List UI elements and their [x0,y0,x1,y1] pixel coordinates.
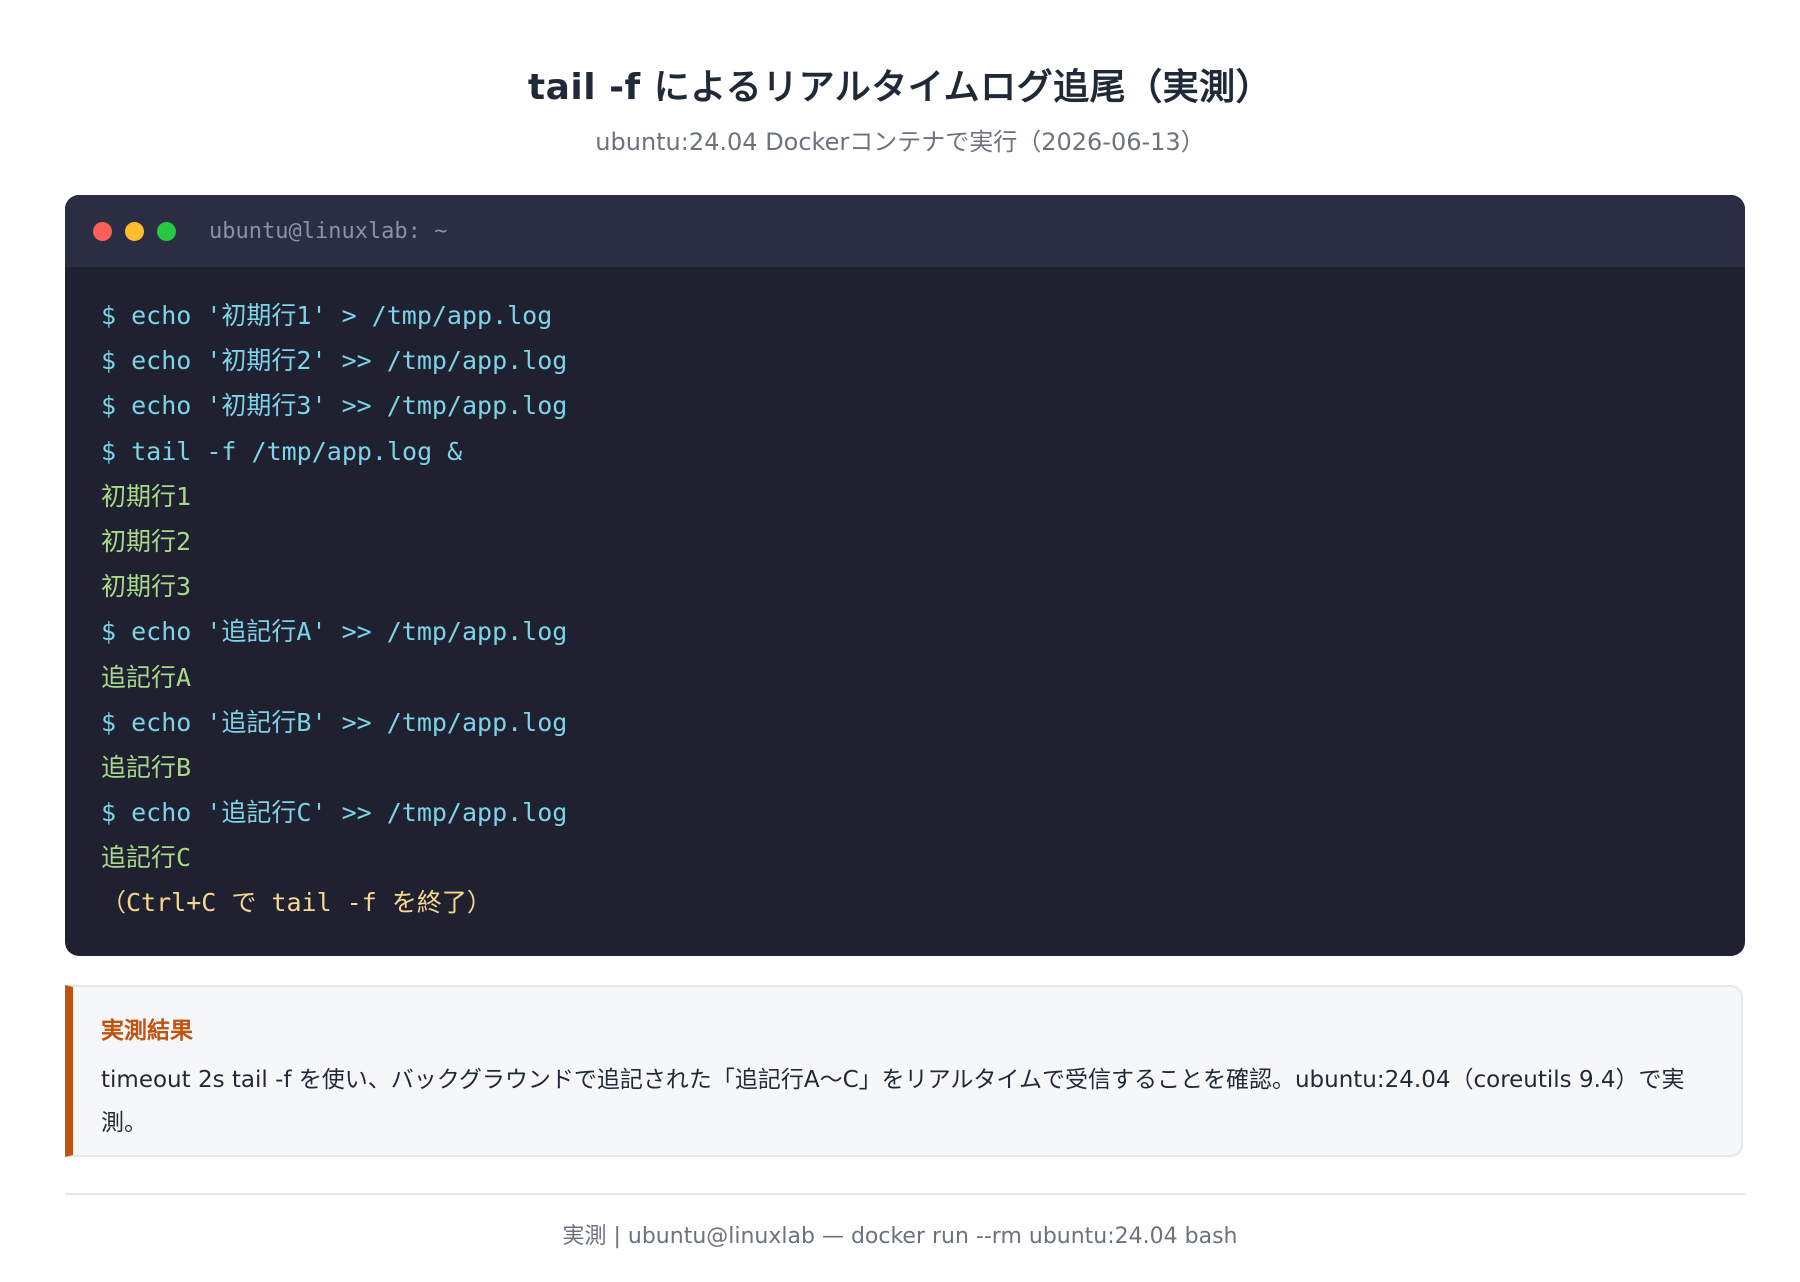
page-subtitle: ubuntu:24.04 Dockerコンテナで実行（2026-06-13） [595,128,1205,156]
close-icon[interactable] [93,221,112,241]
terminal-title-bar: ubuntu@linuxlab: ~ [65,195,1745,267]
result-title: 実測結果 [101,1018,193,1044]
terminal-output-line: 初期行1 [101,481,192,511]
terminal-output[interactable]: $ echo '初期行1' > /tmp/app.log $ echo '初期行2… [65,267,1745,926]
terminal-command-line: $ echo '初期行2' >> /tmp/app.log [101,346,568,376]
terminal-command-line: $ tail -f /tmp/app.log & [101,436,463,466]
footer-divider [65,1193,1745,1195]
minimize-icon[interactable] [125,221,144,241]
terminal-output-line: 初期行2 [101,526,192,556]
terminal-command-line: $ echo '追記行C' >> /tmp/app.log [101,798,568,828]
terminal-title: ubuntu@linuxlab: ~ [209,218,448,244]
page: tail -f によるリアルタイムログ追尾（実測） ubuntu:24.04 D… [0,0,1800,1282]
terminal-window[interactable]: ubuntu@linuxlab: ~ $ echo '初期行1' > /tmp/… [65,195,1745,956]
terminal-command-line: $ echo '追記行B' >> /tmp/app.log [101,707,568,737]
terminal-output-line: 追記行C [101,843,192,873]
terminal-output-line: 追記行B [101,752,192,782]
page-title: tail -f によるリアルタイムログ追尾（実測） [527,67,1273,108]
terminal-note-line: （Ctrl+C で tail -f を終了） [101,888,492,918]
terminal-command-line: $ echo '初期行3' >> /tmp/app.log [101,391,568,421]
maximize-icon[interactable] [157,221,176,241]
terminal-command-line: $ echo '追記行A' >> /tmp/app.log [101,617,568,647]
footer-text: 実測 | ubuntu@linuxlab — docker run --rm u… [562,1224,1238,1249]
result-callout: 実測結果 timeout 2s tail -f を使い、バックグラウンドで追記さ… [65,985,1743,1157]
terminal-output-line: 追記行A [101,662,192,692]
terminal-command-line: $ echo '初期行1' > /tmp/app.log [101,301,553,330]
result-text: timeout 2s tail -f を使い、バックグラウンドで追記された「追記… [101,1067,1685,1136]
terminal-output-line: 初期行3 [101,572,192,602]
